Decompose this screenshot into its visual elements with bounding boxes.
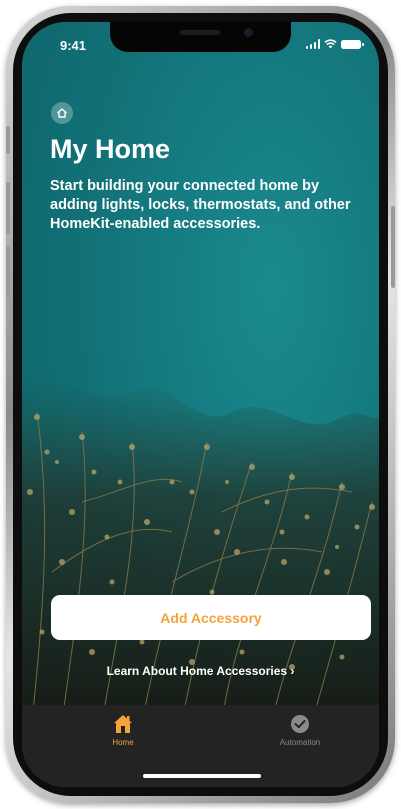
silent-switch [6, 126, 10, 154]
volume-up-button [6, 182, 10, 234]
battery-icon [341, 40, 364, 49]
tab-automation-label: Automation [279, 738, 321, 747]
device-notch [110, 22, 291, 52]
learn-about-accessories-link[interactable]: Learn About Home Accessories › [22, 664, 379, 678]
tab-home-label: Home [112, 738, 134, 747]
tab-bar: Home Automation [22, 705, 379, 787]
volume-down-button [6, 246, 10, 298]
screen: 9:41 My Home Start building your connect… [22, 22, 379, 787]
add-accessory-button[interactable]: Add Accessory [51, 595, 371, 640]
earpiece-speaker [180, 30, 220, 35]
wifi-icon [324, 39, 337, 49]
status-icons [305, 39, 364, 49]
front-camera [244, 28, 253, 37]
house-icon [57, 108, 67, 118]
cellular-signal-icon [305, 39, 320, 49]
page-subtitle: Start building your connected home by ad… [50, 178, 351, 232]
foliage-illustration [22, 377, 379, 722]
home-switcher-button[interactable] [51, 102, 73, 124]
power-button [391, 206, 395, 288]
tab-automation[interactable]: Automation [260, 713, 340, 747]
house-icon [114, 715, 132, 733]
status-time: 9:41 [60, 38, 87, 53]
clock-check-icon [291, 715, 309, 733]
home-indicator[interactable] [143, 774, 261, 778]
page-title: My Home [50, 134, 171, 164]
tab-home[interactable]: Home [83, 713, 163, 747]
